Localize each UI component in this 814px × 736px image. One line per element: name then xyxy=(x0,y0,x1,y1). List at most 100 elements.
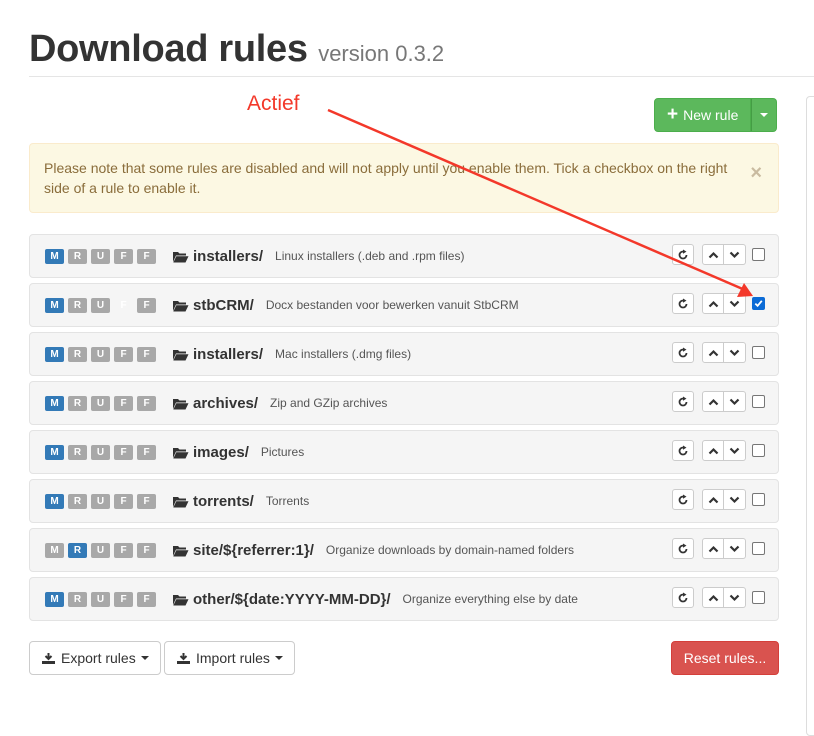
apply-rule-button[interactable] xyxy=(672,391,694,412)
import-rules-button[interactable]: Import rules xyxy=(164,641,295,675)
rule-path[interactable]: torrents/ xyxy=(193,493,254,510)
rule-description: Pictures xyxy=(260,445,305,459)
flag-f-toggle[interactable]: F xyxy=(114,591,133,607)
flag-r-toggle[interactable]: R xyxy=(68,297,87,313)
flag-f-toggle[interactable]: F xyxy=(114,395,133,411)
flag-u-toggle[interactable]: U xyxy=(91,444,110,460)
rule-enabled-checkbox[interactable] xyxy=(752,395,765,408)
rule-path[interactable]: stbCRM/ xyxy=(193,297,254,314)
move-up-button[interactable] xyxy=(702,489,724,510)
reset-rules-button[interactable]: Reset rules... xyxy=(671,641,779,675)
flag-r-toggle[interactable]: R xyxy=(68,395,87,411)
move-down-button[interactable] xyxy=(724,440,746,461)
rule-path[interactable]: site/${referrer:1}/ xyxy=(193,542,314,559)
flag-m-toggle[interactable]: M xyxy=(45,395,64,411)
flag-f-toggle[interactable]: F xyxy=(137,395,156,411)
flag-r-toggle[interactable]: R xyxy=(68,346,87,362)
apply-rule-button[interactable] xyxy=(672,489,694,510)
caret-down-icon xyxy=(274,656,283,660)
flag-f-toggle[interactable]: F xyxy=(137,591,156,607)
flag-r-toggle[interactable]: R xyxy=(68,591,87,607)
flag-f-toggle[interactable]: F xyxy=(137,542,156,558)
rule-enabled-checkbox[interactable] xyxy=(752,542,765,555)
flag-m-toggle[interactable]: M xyxy=(45,444,64,460)
move-down-button[interactable] xyxy=(724,391,746,412)
move-up-button[interactable] xyxy=(702,244,724,265)
rule-enabled-checkbox[interactable] xyxy=(752,346,765,359)
apply-rule-button[interactable] xyxy=(672,538,694,559)
apply-rule-button[interactable] xyxy=(672,587,694,608)
move-down-button[interactable] xyxy=(724,293,746,314)
flag-u-toggle[interactable]: U xyxy=(91,591,110,607)
flag-u-toggle[interactable]: U xyxy=(91,542,110,558)
rule-enabled-checkbox[interactable] xyxy=(752,493,765,506)
rule-controls xyxy=(672,587,765,608)
rule-row[interactable]: M R U F FstbCRM/Docx bestanden voor bewerken… xyxy=(29,283,779,327)
flag-u-toggle[interactable]: U xyxy=(91,493,110,509)
rule-enabled-checkbox[interactable] xyxy=(752,591,765,604)
new-rule-dropdown-toggle[interactable] xyxy=(751,98,778,132)
rule-row[interactable]: M R U F Fsite/${referrer:1}/Organize downloa… xyxy=(29,528,779,572)
move-up-button[interactable] xyxy=(702,587,724,608)
rule-path[interactable]: other/${date:YYYY-MM-DD}/ xyxy=(193,591,391,608)
flag-u-toggle[interactable]: U xyxy=(91,346,110,362)
rule-row[interactable]: M R U F Finstallers/Linux installers (.deb a… xyxy=(29,234,779,278)
rule-row[interactable]: M R U F Ftorrents/Torrents xyxy=(29,479,779,523)
flag-r-toggle[interactable]: R xyxy=(68,493,87,509)
move-up-button[interactable] xyxy=(702,391,724,412)
flag-m-toggle[interactable]: M xyxy=(45,297,64,313)
flag-u-toggle[interactable]: U xyxy=(91,297,110,313)
move-down-button[interactable] xyxy=(724,489,746,510)
export-rules-button[interactable]: Export rules xyxy=(29,641,161,675)
flag-f-toggle[interactable]: F xyxy=(137,493,156,509)
move-down-button[interactable] xyxy=(724,244,746,265)
flag-f-toggle[interactable]: F xyxy=(137,248,156,264)
flag-f-toggle[interactable]: F xyxy=(137,444,156,460)
apply-rule-button[interactable] xyxy=(672,244,694,265)
flag-m-toggle[interactable]: M xyxy=(45,248,64,264)
flag-f-toggle[interactable]: F xyxy=(137,297,156,313)
flag-f-toggle[interactable]: F xyxy=(114,542,133,558)
flag-f-toggle[interactable]: F xyxy=(114,346,133,362)
move-up-button[interactable] xyxy=(702,293,724,314)
flag-r-toggle[interactable]: R xyxy=(68,444,87,460)
apply-rule-button[interactable] xyxy=(672,293,694,314)
flag-u-toggle[interactable]: U xyxy=(91,395,110,411)
rule-path[interactable]: archives/ xyxy=(193,395,258,412)
move-down-button[interactable] xyxy=(724,342,746,363)
flag-u-toggle[interactable]: U xyxy=(91,248,110,264)
move-down-button[interactable] xyxy=(724,587,746,608)
flag-m-toggle[interactable]: M xyxy=(45,493,64,509)
rule-flags: MRUFF xyxy=(45,444,156,460)
flag-f-toggle[interactable]: F xyxy=(137,346,156,362)
move-up-button[interactable] xyxy=(702,538,724,559)
move-up-button[interactable] xyxy=(702,440,724,461)
rule-enabled-checkbox[interactable] xyxy=(752,248,765,261)
rule-row[interactable]: M R U F Finstallers/Mac installers (.dmg fil… xyxy=(29,332,779,376)
rule-row[interactable]: M R U F Fimages/Pictures xyxy=(29,430,779,474)
rule-path[interactable]: images/ xyxy=(193,444,249,461)
flag-r-toggle[interactable]: R xyxy=(68,542,87,558)
flag-f-toggle[interactable]: F xyxy=(114,493,133,509)
flag-f-toggle[interactable]: F xyxy=(114,248,133,264)
flag-m-toggle[interactable]: M xyxy=(45,346,64,362)
rule-path[interactable]: installers/ xyxy=(193,248,263,265)
close-icon[interactable]: × xyxy=(750,163,762,183)
rule-path[interactable]: installers/ xyxy=(193,346,263,363)
flag-m-toggle[interactable]: M xyxy=(45,591,64,607)
apply-rule-button[interactable] xyxy=(672,440,694,461)
flag-m-toggle[interactable]: M xyxy=(45,542,64,558)
flag-f-toggle[interactable]: F xyxy=(114,298,133,313)
new-rule-button[interactable]: + New rule xyxy=(654,98,752,132)
rule-row[interactable]: M R U F Farchives/Zip and GZip archives xyxy=(29,381,779,425)
rule-enabled-checkbox[interactable] xyxy=(752,444,765,457)
rule-flags: MRUFF xyxy=(45,395,156,411)
flag-r-toggle[interactable]: R xyxy=(68,248,87,264)
rule-enabled-checkbox[interactable] xyxy=(752,297,765,310)
move-up-button[interactable] xyxy=(702,342,724,363)
rule-description: Docx bestanden voor bewerken vanuit StbC… xyxy=(265,298,519,312)
move-down-button[interactable] xyxy=(724,538,746,559)
rule-row[interactable]: M R U F Fother/${date:YYYY-MM-DD}/Organize e… xyxy=(29,577,779,621)
flag-f-toggle[interactable]: F xyxy=(114,444,133,460)
apply-rule-button[interactable] xyxy=(672,342,694,363)
